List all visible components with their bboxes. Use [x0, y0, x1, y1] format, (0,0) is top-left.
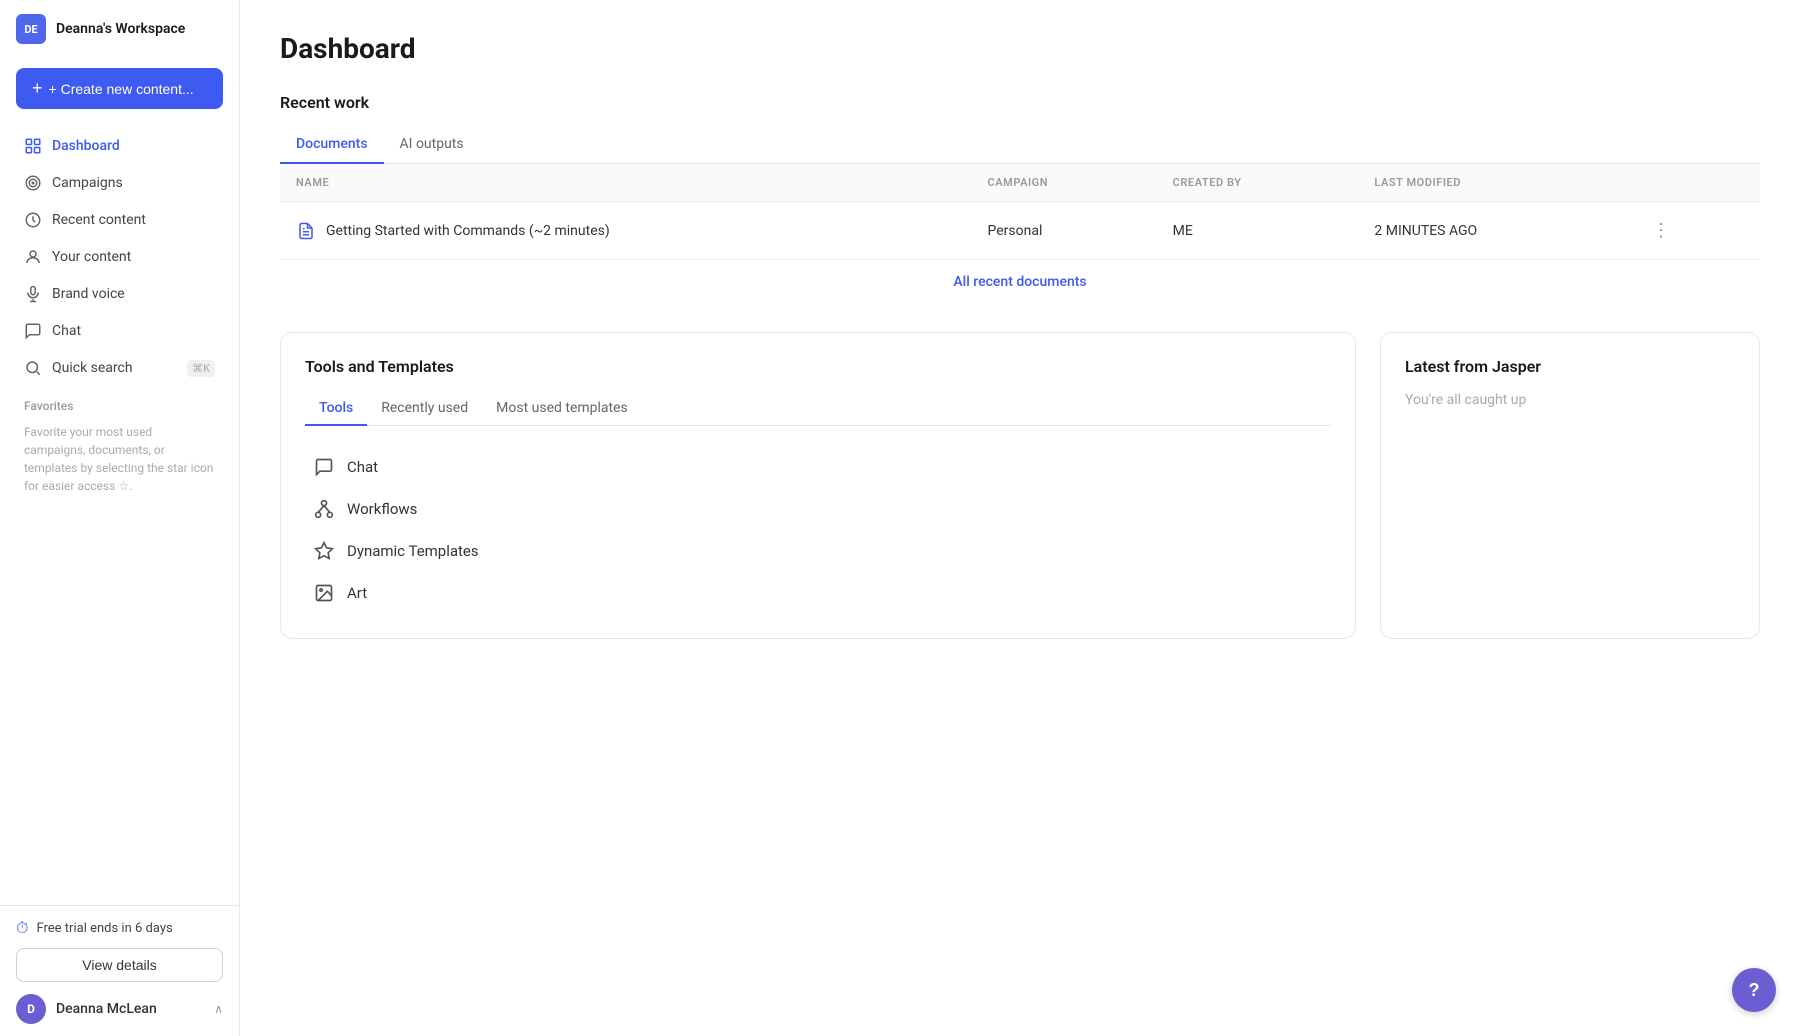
tools-card: Tools and Templates Tools Recently used …: [280, 332, 1356, 639]
tab-most-used[interactable]: Most used templates: [482, 392, 642, 426]
tools-tabs: Tools Recently used Most used templates: [305, 392, 1331, 426]
tool-chat[interactable]: Chat: [305, 446, 1331, 488]
create-button-label: + Create new content...: [49, 81, 194, 97]
bottom-grid: Tools and Templates Tools Recently used …: [280, 332, 1760, 639]
all-docs-link: All recent documents: [280, 260, 1760, 304]
tools-title: Tools and Templates: [305, 357, 1331, 376]
workspace-name: Deanna's Workspace: [56, 21, 185, 37]
col-actions: [1628, 164, 1760, 202]
favorites-empty-text: Favorite your most used campaigns, docum…: [8, 417, 231, 503]
sidebar-item-label: Quick search: [52, 360, 133, 376]
shortcut-badge: ⌘K: [187, 360, 215, 377]
jasper-card: Latest from Jasper You're all caught up: [1380, 332, 1760, 639]
create-new-button[interactable]: + + Create new content...: [16, 68, 223, 109]
document-icon: [296, 221, 316, 241]
col-created-by: CREATED BY: [1157, 164, 1359, 202]
dynamic-tool-icon: [313, 540, 335, 562]
tab-documents[interactable]: Documents: [280, 126, 384, 164]
clock-icon: [24, 211, 42, 229]
tool-workflows-label: Workflows: [347, 500, 417, 518]
page-title: Dashboard: [280, 32, 1760, 65]
plus-icon: +: [32, 78, 43, 99]
doc-campaign: Personal: [972, 202, 1157, 260]
tool-dynamic-templates[interactable]: Dynamic Templates: [305, 530, 1331, 572]
main-content: Dashboard Recent work Documents AI outpu…: [240, 0, 1800, 1036]
trial-text: Free trial ends in 6 days: [36, 921, 172, 936]
tool-art-label: Art: [347, 584, 367, 602]
workflow-tool-icon: [313, 498, 335, 520]
view-details-button[interactable]: View details: [16, 948, 223, 982]
col-name: NAME: [280, 164, 972, 202]
help-button[interactable]: ?: [1732, 968, 1776, 1012]
sidebar-item-label: Your content: [52, 249, 131, 265]
all-recent-documents-link[interactable]: All recent documents: [953, 274, 1086, 290]
user-name: Deanna McLean: [56, 1001, 204, 1017]
doc-last-modified: 2 MINUTES AGO: [1358, 202, 1628, 260]
target-icon: [24, 174, 42, 192]
tool-workflows[interactable]: Workflows: [305, 488, 1331, 530]
doc-created-by: ME: [1157, 202, 1359, 260]
sidebar-item-campaigns[interactable]: Campaigns: [8, 165, 231, 201]
sidebar-item-label: Chat: [52, 323, 81, 339]
workspace-avatar: DE: [16, 14, 46, 44]
user-footer[interactable]: D Deanna McLean ∧: [16, 994, 223, 1024]
recent-work-title: Recent work: [280, 93, 1760, 112]
tool-art[interactable]: Art: [305, 572, 1331, 614]
sidebar-nav: Dashboard Campaigns Recent content: [0, 123, 239, 905]
person-icon: [24, 248, 42, 266]
more-options-button[interactable]: ⋮: [1644, 216, 1678, 245]
mic-icon: [24, 285, 42, 303]
documents-table: NAME CAMPAIGN CREATED BY LAST MODIFIED: [280, 164, 1760, 260]
sidebar-item-label: Recent content: [52, 212, 146, 228]
tab-recently-used[interactable]: Recently used: [367, 392, 482, 426]
sidebar-item-quick-search[interactable]: Quick search ⌘K: [8, 350, 231, 386]
sidebar-item-brand-voice[interactable]: Brand voice: [8, 276, 231, 312]
jasper-subtitle: You're all caught up: [1405, 392, 1735, 408]
sidebar-item-dashboard[interactable]: Dashboard: [8, 128, 231, 164]
sidebar-footer: ⏱ Free trial ends in 6 days View details…: [0, 905, 239, 1036]
chat-icon: [24, 322, 42, 340]
sidebar-item-label: Campaigns: [52, 175, 123, 191]
sidebar-item-your-content[interactable]: Your content: [8, 239, 231, 275]
favorites-label: Favorites: [8, 387, 231, 417]
jasper-title: Latest from Jasper: [1405, 357, 1735, 376]
doc-actions: ⋮: [1628, 202, 1760, 260]
sidebar: DE Deanna's Workspace + + Create new con…: [0, 0, 240, 1036]
tab-ai-outputs[interactable]: AI outputs: [384, 126, 480, 164]
grid-icon: [24, 137, 42, 155]
workspace-header[interactable]: DE Deanna's Workspace: [0, 0, 239, 58]
art-tool-icon: [313, 582, 335, 604]
tab-tools[interactable]: Tools: [305, 392, 367, 426]
recent-work-tabs: Documents AI outputs: [280, 126, 1760, 164]
trial-banner: ⏱ Free trial ends in 6 days: [16, 918, 223, 938]
sidebar-item-label: Brand voice: [52, 286, 125, 302]
sidebar-item-chat[interactable]: Chat: [8, 313, 231, 349]
chat-tool-icon: [313, 456, 335, 478]
sidebar-item-label: Dashboard: [52, 138, 120, 154]
doc-name-cell: Getting Started with Commands (~2 minute…: [280, 202, 972, 260]
table-row: Getting Started with Commands (~2 minute…: [280, 202, 1760, 260]
col-campaign: CAMPAIGN: [972, 164, 1157, 202]
chevron-up-icon: ∧: [214, 1002, 223, 1016]
tool-dynamic-label: Dynamic Templates: [347, 542, 479, 560]
sidebar-item-recent-content[interactable]: Recent content: [8, 202, 231, 238]
user-avatar: D: [16, 994, 46, 1024]
tool-chat-label: Chat: [347, 458, 378, 476]
timer-icon: ⏱: [16, 918, 28, 938]
doc-name[interactable]: Getting Started with Commands (~2 minute…: [326, 223, 610, 239]
search-icon: [24, 359, 42, 377]
col-last-modified: LAST MODIFIED: [1358, 164, 1628, 202]
recent-work-section: Recent work Documents AI outputs NAME CA…: [280, 93, 1760, 304]
